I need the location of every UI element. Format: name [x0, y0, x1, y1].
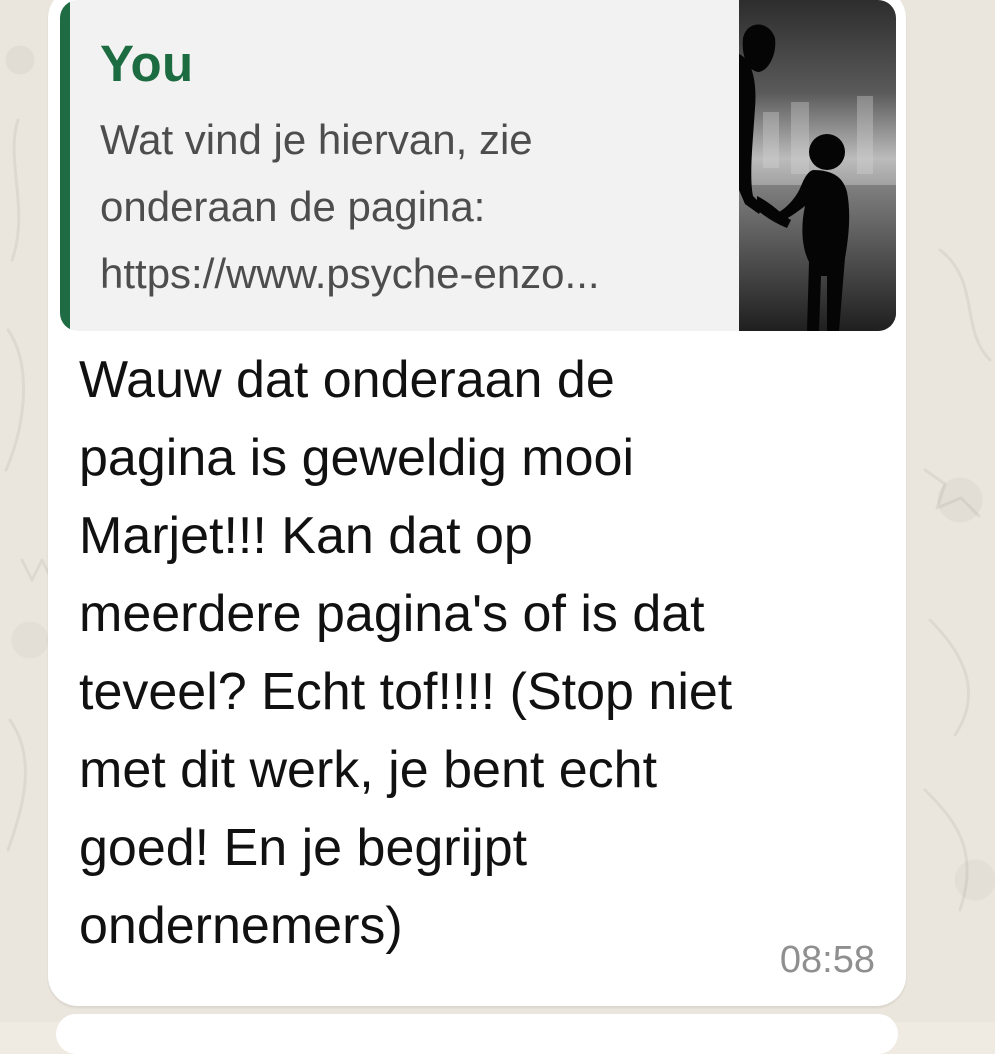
message-bubble[interactable]: You Wat vind je hiervan, zie onderaan de… — [48, 0, 906, 1006]
next-message-bubble — [56, 1014, 898, 1054]
quote-accent-bar — [60, 0, 70, 331]
message-time: 08:58 — [779, 939, 875, 981]
message-body: Wauw dat onderaan de pagina is geweldig … — [79, 351, 733, 955]
quoted-text: Wat vind je hiervan, zie onderaan de pag… — [100, 116, 600, 297]
quoted-author: You — [100, 35, 194, 92]
quoted-message[interactable]: You Wat vind je hiervan, zie onderaan de… — [60, 0, 896, 331]
quoted-thumbnail — [739, 0, 896, 331]
